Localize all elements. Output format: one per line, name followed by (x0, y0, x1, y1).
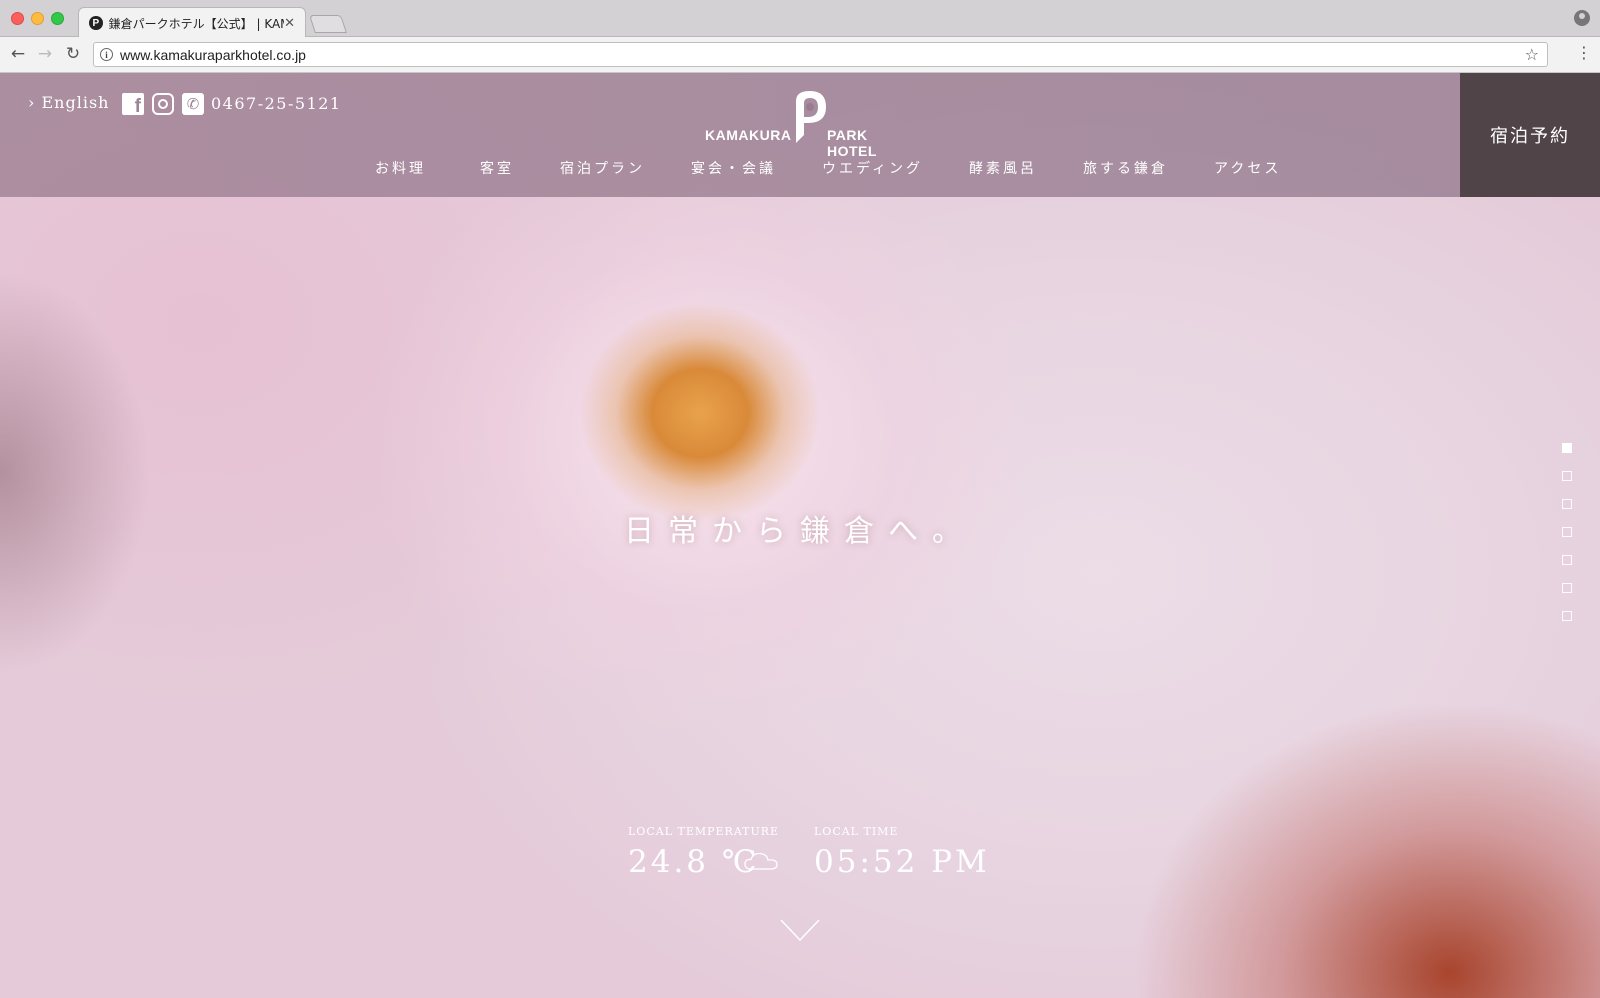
site-header: › English ✆ 0467-25-5121 KAMAKURA PARK H… (0, 73, 1600, 197)
slide-dot[interactable] (1562, 527, 1572, 537)
hero-section: › English ✆ 0467-25-5121 KAMAKURA PARK H… (0, 73, 1600, 998)
nav-item-access[interactable]: アクセス (1214, 158, 1281, 178)
slide-dot[interactable] (1562, 471, 1572, 481)
nav-item-wedding[interactable]: ウエディング (822, 158, 923, 178)
english-link[interactable]: › English (28, 93, 109, 112)
nav-item-travel[interactable]: 旅する鎌倉 (1083, 158, 1168, 178)
url-text[interactable]: www.kamakuraparkhotel.co.jp (120, 47, 306, 63)
main-nav: お料理 客室 宿泊プラン 宴会・会議 ウエディング 酵素風呂 旅する鎌倉 アクセ… (375, 158, 1281, 178)
browser-tab[interactable]: P 鎌倉パークホテル【公式】 | KAMAKURA PARK HOTEL ✕ (78, 7, 306, 38)
nav-item-enzyme-bath[interactable]: 酵素風呂 (969, 158, 1037, 178)
slide-dot[interactable] (1562, 583, 1572, 593)
hotel-logo[interactable]: KAMAKURA PARK HOTEL (705, 91, 900, 159)
profile-icon[interactable] (1574, 10, 1590, 26)
phone-number[interactable]: 0467-25-5121 (211, 94, 342, 113)
info-icon[interactable]: i (100, 48, 113, 61)
booking-button[interactable]: 宿泊予約 (1460, 73, 1600, 197)
tab-close-icon[interactable]: ✕ (284, 16, 295, 31)
favicon-icon: P (89, 16, 103, 30)
scroll-down-chevron-icon[interactable] (780, 918, 820, 942)
instagram-icon[interactable] (152, 93, 174, 115)
temperature-label: LOCAL TEMPERATURE (628, 825, 780, 838)
forward-arrow-icon[interactable]: → (34, 43, 56, 65)
browser-toolbar: ← → ↻ i www.kamakuraparkhotel.co.jp ☆ ⋮ (0, 37, 1600, 73)
facebook-icon[interactable] (122, 93, 144, 118)
nav-item-rooms[interactable]: 客室 (480, 158, 514, 178)
reload-icon[interactable]: ↻ (62, 43, 84, 65)
browser-titlebar: P 鎌倉パークホテル【公式】 | KAMAKURA PARK HOTEL ✕ (0, 0, 1600, 38)
address-bar[interactable]: i www.kamakuraparkhotel.co.jp ☆ (93, 42, 1548, 67)
local-time: LOCAL TIME 05:52 PM (814, 825, 994, 880)
slide-pagination (1562, 443, 1572, 639)
slide-dot[interactable] (1562, 555, 1572, 565)
slide-dot[interactable] (1562, 499, 1572, 509)
hero-catchphrase: 日常から鎌倉へ。 (624, 514, 976, 549)
minimize-window-button[interactable] (31, 12, 44, 25)
nav-item-banquet[interactable]: 宴会・会議 (691, 158, 776, 178)
nav-item-cuisine[interactable]: お料理 (375, 158, 426, 178)
time-label: LOCAL TIME (814, 825, 899, 838)
logo-p-mark-icon (796, 91, 826, 143)
back-arrow-icon[interactable]: ← (7, 43, 29, 65)
maximize-window-button[interactable] (51, 12, 64, 25)
logo-text-kamakura: KAMAKURA (705, 127, 792, 143)
cloud-icon (744, 852, 778, 870)
slide-dot[interactable] (1562, 443, 1572, 453)
tab-title: 鎌倉パークホテル【公式】 | KAMAKURA PARK HOTEL (108, 16, 284, 31)
close-window-button[interactable] (11, 12, 24, 25)
phone-icon[interactable]: ✆ (182, 93, 204, 115)
local-temperature: LOCAL TEMPERATURE 24.8 ℃ (628, 825, 803, 880)
nav-item-plans[interactable]: 宿泊プラン (560, 158, 645, 178)
bookmark-star-icon[interactable]: ☆ (1525, 45, 1539, 64)
time-value: 05:52 PM (814, 844, 990, 880)
new-tab-button[interactable] (309, 15, 347, 33)
browser-menu-icon[interactable]: ⋮ (1576, 45, 1592, 61)
slide-dot[interactable] (1562, 611, 1572, 621)
logo-text-park-hotel: PARK HOTEL (827, 127, 877, 159)
